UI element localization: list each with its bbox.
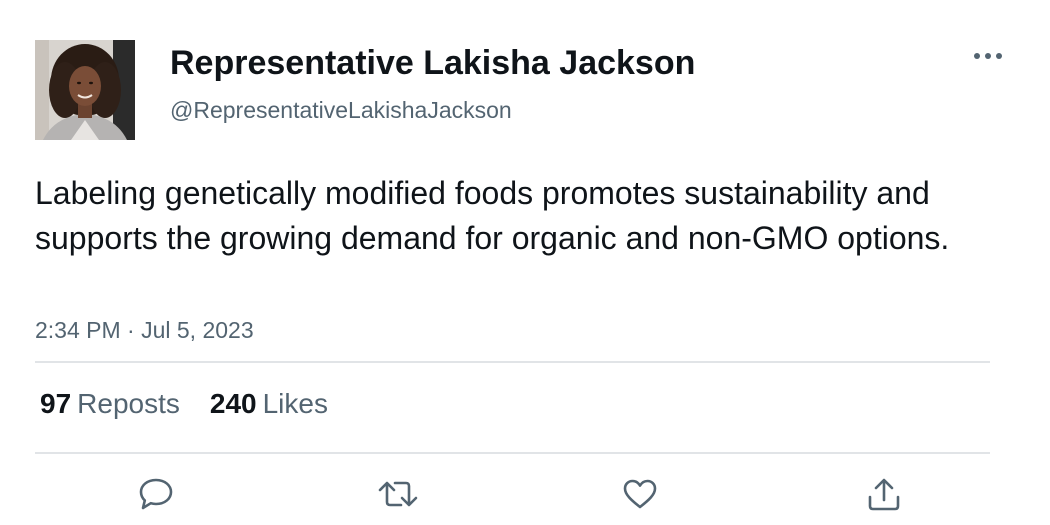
heart-icon bbox=[623, 479, 657, 509]
divider bbox=[35, 452, 990, 454]
avatar[interactable] bbox=[35, 40, 135, 140]
reply-icon bbox=[139, 478, 173, 510]
repost-button[interactable] bbox=[376, 474, 420, 514]
tweet-text: Labeling genetically modified foods prom… bbox=[35, 175, 950, 256]
likes-stat[interactable]: 240 Likes bbox=[210, 387, 328, 421]
tweet-timestamp[interactable]: 2:34 PM · Jul 5, 2023 bbox=[35, 316, 254, 344]
reposts-stat[interactable]: 97 Reposts bbox=[40, 387, 180, 421]
reply-button[interactable] bbox=[134, 474, 178, 514]
more-horizontal-icon bbox=[974, 53, 1002, 59]
reposts-label: Reposts bbox=[77, 388, 180, 419]
display-name[interactable]: Representative Lakisha Jackson bbox=[170, 43, 695, 83]
more-options-button[interactable] bbox=[966, 42, 1010, 70]
divider bbox=[35, 361, 990, 363]
likes-label: Likes bbox=[262, 388, 328, 419]
like-button[interactable] bbox=[618, 474, 662, 514]
likes-count: 240 bbox=[209, 388, 257, 419]
repost-icon bbox=[378, 481, 418, 507]
engagement-stats: 97 Reposts 240 Likes bbox=[40, 387, 328, 421]
profile-photo bbox=[35, 40, 135, 140]
share-button[interactable] bbox=[862, 474, 906, 514]
reposts-count: 97 bbox=[40, 388, 72, 419]
share-icon bbox=[868, 478, 900, 511]
user-handle[interactable]: @RepresentativeLakishaJackson bbox=[170, 96, 512, 124]
